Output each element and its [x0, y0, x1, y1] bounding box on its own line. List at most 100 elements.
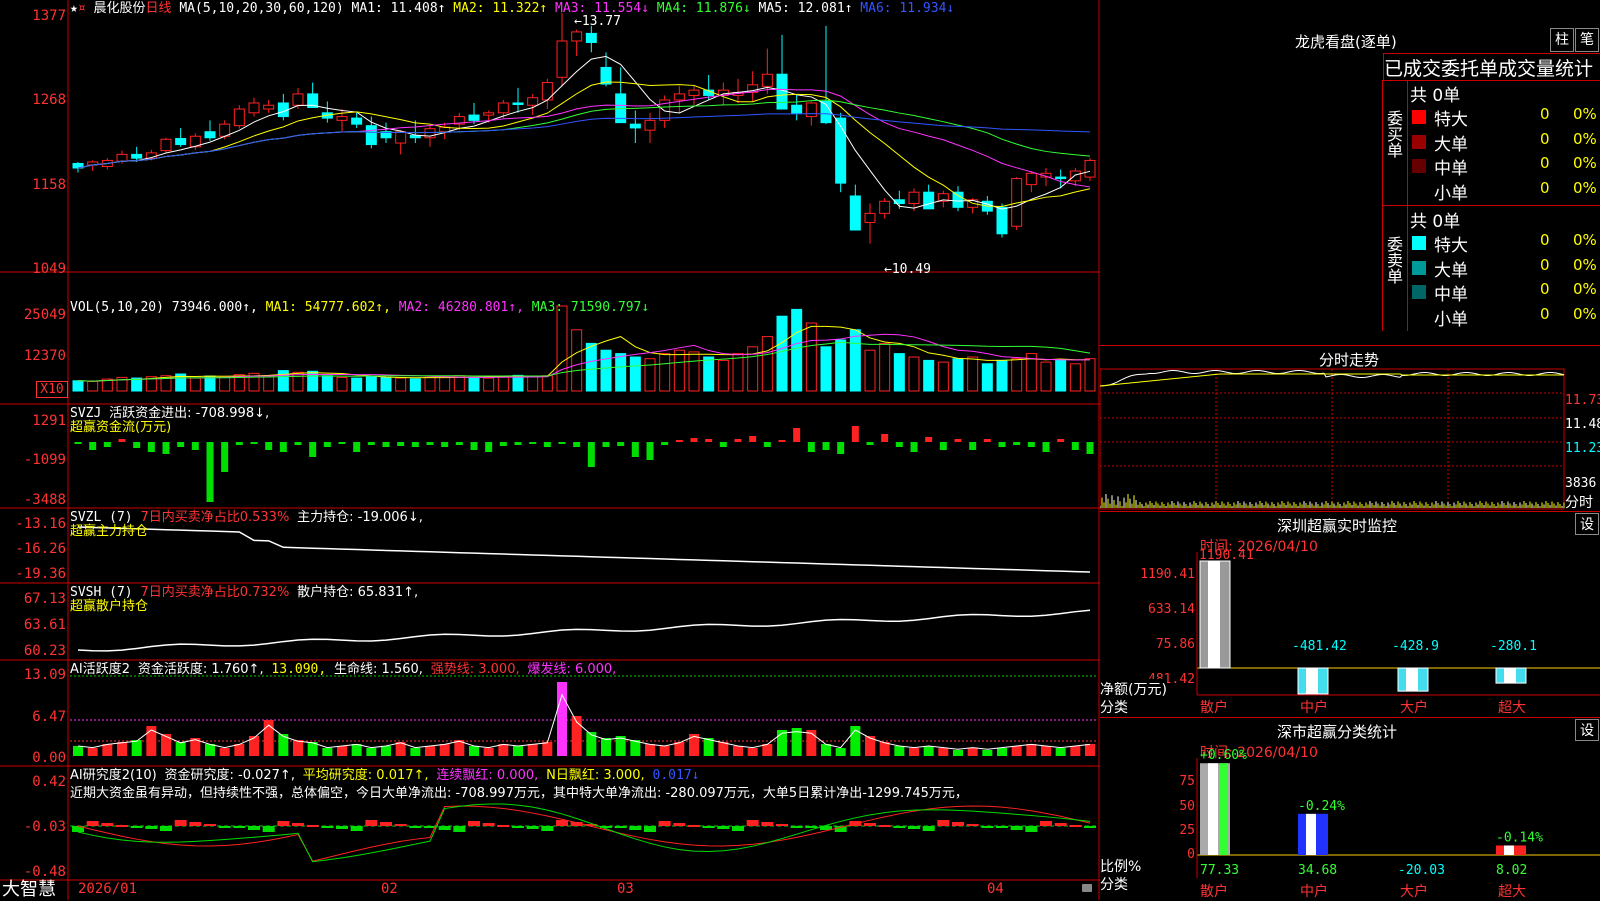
svzj-bar	[206, 442, 214, 502]
monitor-bar-highlight	[1406, 668, 1418, 692]
lhb-tab-bar[interactable]: 已成交委托单成交量统计	[1383, 53, 1600, 81]
svzj-bar	[617, 442, 625, 446]
ai1-bar	[366, 748, 377, 756]
star-icon[interactable]: ★	[70, 1, 78, 16]
buy-type: 中单	[1434, 159, 1468, 179]
monitor-bar-highlight	[1504, 668, 1516, 684]
ai2-bar	[101, 823, 114, 826]
ai1-bar	[73, 746, 83, 756]
monitor-bar-highlight	[1208, 561, 1220, 668]
ai2-bar	[336, 826, 348, 829]
volume-bar	[1055, 359, 1067, 392]
sell-type: 小单	[1434, 309, 1468, 330]
ai2-bar	[233, 826, 246, 828]
ai2-bar	[482, 823, 495, 826]
candle-body	[791, 104, 803, 115]
volume-bar	[893, 353, 905, 392]
monitor-bar-value: 1190.41	[1199, 548, 1254, 563]
flag-icon: ¤	[77, 1, 86, 16]
classify-pct-label: +0.60%	[1200, 748, 1247, 763]
volume-bar	[395, 377, 407, 392]
candle-body	[571, 31, 583, 42]
intraday-chart[interactable]	[1100, 346, 1600, 511]
monitor-xlabel: 分类	[1100, 700, 1128, 716]
ai1-bar	[469, 746, 479, 756]
lhb-bar-button[interactable]: 柱	[1550, 28, 1574, 52]
ai1-bar	[938, 748, 949, 756]
ai2-continuous-red: 连续飘红: 0.000,	[436, 768, 539, 783]
ai2-bar	[746, 820, 759, 826]
svzj-bar	[426, 442, 434, 445]
buy-row: 大单 0 0%	[1408, 130, 1600, 155]
ai1-bar	[527, 744, 538, 756]
lhb-tick-button[interactable]: 笔	[1575, 28, 1599, 52]
ai2-bar	[1040, 821, 1052, 826]
svzl-header: SVZL (7) 7日内买卖净占比0.533% 主力持仓: -19.006↓,	[70, 510, 423, 525]
volume-bar	[981, 363, 993, 392]
candle-body	[336, 116, 348, 121]
svzj-bar	[749, 436, 757, 442]
sell-type: 中单	[1434, 285, 1468, 305]
volume-bar	[629, 356, 641, 392]
vol-unit-label[interactable]: X10	[36, 381, 68, 398]
ai1-bar	[1026, 744, 1037, 756]
svzj-bar	[910, 442, 918, 452]
volume-bar	[864, 349, 876, 392]
ai1-bar	[835, 748, 846, 756]
candle-body	[204, 131, 216, 139]
date-label-2: 02	[381, 881, 398, 897]
ai2-bar	[526, 826, 539, 829]
ai1-bar	[718, 742, 729, 756]
ai1-bar	[645, 744, 655, 756]
ai1-bar	[542, 742, 553, 756]
ai2-e: 0.017↓	[652, 768, 700, 783]
volume-bar	[952, 358, 964, 392]
classify-cat-4: 超大	[1498, 884, 1526, 900]
svsh-axis-1: 67.13	[23, 591, 66, 607]
ai2-bar	[629, 826, 642, 830]
svzj-bar	[367, 442, 375, 445]
candle-body	[761, 73, 773, 87]
high-price-mark: ←13.77	[574, 14, 621, 29]
volume-bar	[996, 359, 1008, 392]
volume-bar	[1084, 358, 1096, 392]
ai1-bar	[733, 746, 743, 756]
intraday-panel[interactable]: 分时走势 11.73 11.48 11.23 3836 分时	[1100, 346, 1600, 512]
candle-body	[1025, 172, 1037, 186]
volume-bar	[380, 376, 392, 392]
sell-swatch	[1412, 236, 1426, 250]
candle-body	[116, 153, 128, 162]
ai2-bar	[908, 826, 920, 829]
svsh-axis-2: 63.61	[23, 617, 66, 633]
classify-value-label: 77.33	[1200, 863, 1239, 878]
candle-body	[864, 212, 876, 223]
ai2-summary: 近期大资金虽有异动，但持续性不强，总体偏空，今日大单净流出: -708.997万…	[70, 786, 968, 801]
svsh-desc: 7日内买卖净占比0.732%	[140, 585, 290, 600]
lock-icon[interactable]	[1082, 884, 1092, 892]
period-label[interactable]: 日线	[146, 1, 172, 16]
sell-total: 共 0单	[1410, 212, 1461, 232]
svzl-axis-1: -13.16	[15, 516, 66, 532]
ai1-bar	[674, 742, 685, 756]
svzj-value: 活跃资金进出: -708.998↓,	[109, 406, 270, 421]
buy-row: 小单 0 0%	[1408, 178, 1600, 204]
candle-body	[351, 117, 363, 125]
candle-body	[248, 102, 260, 114]
ai2-bar	[805, 826, 818, 828]
sell-count: 0	[1540, 255, 1550, 274]
buy-count: 0	[1540, 178, 1550, 197]
ai2-bar	[878, 825, 891, 827]
svzj-bar	[147, 442, 155, 452]
volume-bar	[365, 376, 377, 392]
classify-value-label: -20.03	[1398, 863, 1445, 878]
ai2-title: AI研究度2(10)	[70, 768, 157, 783]
svzj-bar	[793, 428, 801, 442]
svzj-bar	[529, 442, 537, 444]
svzj-bar	[162, 442, 170, 454]
ai1-strong-line: 强势线: 3.000,	[430, 662, 520, 677]
ai1-bar	[1070, 746, 1081, 756]
buy-type: 特大	[1434, 110, 1468, 130]
monitor-bar-value: -428.9	[1392, 639, 1439, 654]
ai1-lifeline: 生命线: 1.560,	[334, 662, 423, 677]
sell-row: 小单 0 0%	[1408, 305, 1600, 330]
